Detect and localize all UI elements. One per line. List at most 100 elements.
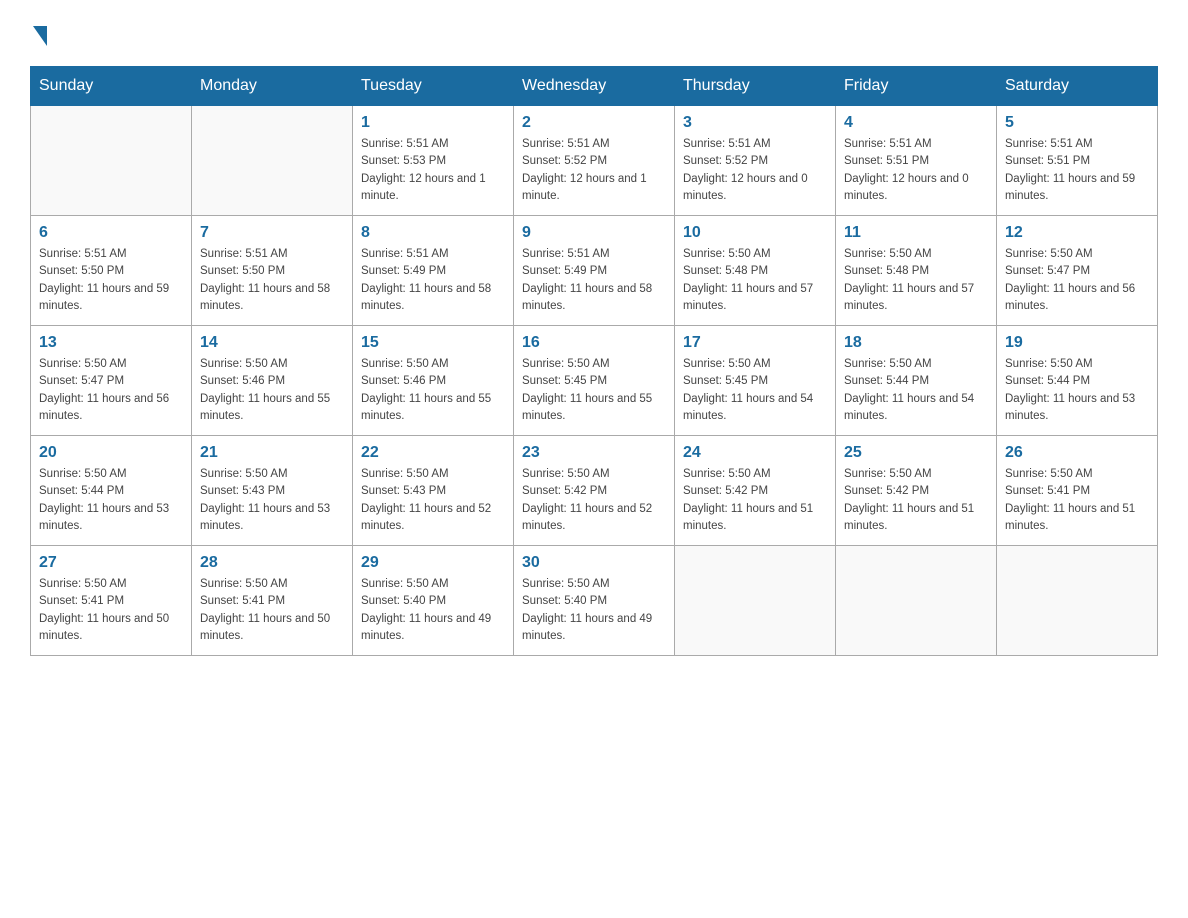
calendar-cell: 11Sunrise: 5:50 AMSunset: 5:48 PMDayligh…	[836, 216, 997, 326]
sunrise-text: Sunrise: 5:50 AM	[1005, 356, 1149, 373]
calendar-cell: 12 Sunrise: 5:50 AMSunset: 5:47 PMDayligh…	[997, 216, 1158, 326]
day-number: 1	[361, 114, 505, 132]
sunset-text: Sunset: 5:42 PM	[683, 483, 827, 500]
day-number: 12	[1005, 224, 1149, 242]
daylight-text: Daylight: 12 hours and 1 minute.	[522, 171, 666, 206]
sunset-text: Sunset: 5:47 PM	[39, 373, 183, 390]
sunset-text: Sunset: 5:50 PM	[39, 263, 183, 280]
sunset-text: Sunset: 5:48 PM	[844, 263, 988, 280]
sunset-text: Sunset: 5:42 PM	[844, 483, 988, 500]
sunrise-text: Sunrise: 5:50 AM	[683, 246, 827, 263]
day-number: 21	[200, 444, 344, 462]
calendar-cell: 5 Sunrise: 5:51 AMSunset: 5:51 PMDaylight…	[997, 106, 1158, 216]
sunrise-text: Sunrise: 5:50 AM	[683, 356, 827, 373]
calendar-cell: 2Sunrise: 5:51 AMSunset: 5:52 PMDaylight…	[514, 106, 675, 216]
day-info: Sunrise: 5:50 AMSunset: 5:40 PMDaylight:…	[522, 576, 666, 645]
daylight-text: Daylight: 11 hours and 49 minutes.	[522, 611, 666, 646]
day-info: Sunrise: 5:50 AMSunset: 5:42 PMDaylight:…	[522, 466, 666, 535]
day-info: Sunrise: 5:50 AMSunset: 5:46 PMDaylight:…	[200, 356, 344, 425]
calendar-cell: 9 Sunrise: 5:51 AMSunset: 5:49 PMDaylight…	[514, 216, 675, 326]
sunset-text: Sunset: 5:40 PM	[522, 593, 666, 610]
day-info: Sunrise: 5:50 AMSunset: 5:44 PMDaylight:…	[1005, 356, 1149, 425]
daylight-text: Daylight: 11 hours and 58 minutes.	[361, 281, 505, 316]
sunset-text: Sunset: 5:49 PM	[522, 263, 666, 280]
sunset-text: Sunset: 5:47 PM	[1005, 263, 1149, 280]
daylight-text: Daylight: 11 hours and 53 minutes.	[200, 501, 344, 536]
weekday-header-wednesday: Wednesday	[514, 67, 675, 106]
sunrise-text: Sunrise: 5:50 AM	[844, 246, 988, 263]
day-number: 13	[39, 334, 183, 352]
sunrise-text: Sunrise: 5:50 AM	[361, 576, 505, 593]
calendar-cell: 25Sunrise: 5:50 AMSunset: 5:42 PMDayligh…	[836, 436, 997, 546]
day-number: 4	[844, 114, 988, 132]
sunset-text: Sunset: 5:51 PM	[1005, 153, 1149, 170]
sunset-text: Sunset: 5:44 PM	[39, 483, 183, 500]
day-number: 5	[1005, 114, 1149, 132]
daylight-text: Daylight: 11 hours and 52 minutes.	[361, 501, 505, 536]
sunrise-text: Sunrise: 5:51 AM	[522, 136, 666, 153]
calendar-cell: 3Sunrise: 5:51 AMSunset: 5:52 PMDaylight…	[675, 106, 836, 216]
daylight-text: Daylight: 11 hours and 50 minutes.	[39, 611, 183, 646]
sunrise-text: Sunrise: 5:50 AM	[39, 576, 183, 593]
day-number: 6	[39, 224, 183, 242]
day-info: Sunrise: 5:50 AMSunset: 5:44 PMDaylight:…	[844, 356, 988, 425]
daylight-text: Daylight: 11 hours and 51 minutes.	[1005, 501, 1149, 536]
day-info: Sunrise: 5:51 AMSunset: 5:52 PMDaylight:…	[683, 136, 827, 205]
weekday-header-saturday: Saturday	[997, 67, 1158, 106]
daylight-text: Daylight: 12 hours and 1 minute.	[361, 171, 505, 206]
day-number: 9	[522, 224, 666, 242]
calendar-cell: 13Sunrise: 5:50 AMSunset: 5:47 PMDayligh…	[31, 326, 192, 436]
daylight-text: Daylight: 11 hours and 50 minutes.	[200, 611, 344, 646]
sunrise-text: Sunrise: 5:50 AM	[200, 576, 344, 593]
daylight-text: Daylight: 11 hours and 51 minutes.	[683, 501, 827, 536]
calendar-cell: 8 Sunrise: 5:51 AMSunset: 5:49 PMDaylight…	[353, 216, 514, 326]
sunrise-text: Sunrise: 5:50 AM	[39, 466, 183, 483]
calendar-cell: 7Sunrise: 5:51 AMSunset: 5:50 PMDaylight…	[192, 216, 353, 326]
calendar-cell	[997, 546, 1158, 656]
day-info: Sunrise: 5:50 AMSunset: 5:45 PMDaylight:…	[522, 356, 666, 425]
calendar-cell: 24Sunrise: 5:50 AMSunset: 5:42 PMDayligh…	[675, 436, 836, 546]
day-info: Sunrise: 5:51 AMSunset: 5:50 PMDaylight:…	[39, 246, 183, 315]
daylight-text: Daylight: 11 hours and 53 minutes.	[1005, 391, 1149, 426]
sunrise-text: Sunrise: 5:51 AM	[683, 136, 827, 153]
sunset-text: Sunset: 5:46 PM	[361, 373, 505, 390]
calendar-week-3: 13Sunrise: 5:50 AMSunset: 5:47 PMDayligh…	[31, 326, 1158, 436]
calendar-cell: 4Sunrise: 5:51 AMSunset: 5:51 PMDaylight…	[836, 106, 997, 216]
weekday-header-sunday: Sunday	[31, 67, 192, 106]
weekday-header-tuesday: Tuesday	[353, 67, 514, 106]
sunset-text: Sunset: 5:49 PM	[361, 263, 505, 280]
sunrise-text: Sunrise: 5:50 AM	[522, 466, 666, 483]
calendar-cell: 23Sunrise: 5:50 AMSunset: 5:42 PMDayligh…	[514, 436, 675, 546]
sunrise-text: Sunrise: 5:51 AM	[361, 246, 505, 263]
day-info: Sunrise: 5:50 AMSunset: 5:41 PMDaylight:…	[39, 576, 183, 645]
day-info: Sunrise: 5:51 AMSunset: 5:52 PMDaylight:…	[522, 136, 666, 205]
calendar-cell: 18Sunrise: 5:50 AMSunset: 5:44 PMDayligh…	[836, 326, 997, 436]
sunset-text: Sunset: 5:43 PM	[361, 483, 505, 500]
daylight-text: Daylight: 11 hours and 54 minutes.	[844, 391, 988, 426]
calendar-cell: 16Sunrise: 5:50 AMSunset: 5:45 PMDayligh…	[514, 326, 675, 436]
weekday-header-thursday: Thursday	[675, 67, 836, 106]
sunrise-text: Sunrise: 5:50 AM	[200, 356, 344, 373]
sunset-text: Sunset: 5:53 PM	[361, 153, 505, 170]
daylight-text: Daylight: 11 hours and 55 minutes.	[522, 391, 666, 426]
day-info: Sunrise: 5:51 AMSunset: 5:51 PMDaylight:…	[1005, 136, 1149, 205]
calendar-cell	[192, 106, 353, 216]
daylight-text: Daylight: 11 hours and 56 minutes.	[39, 391, 183, 426]
day-number: 8	[361, 224, 505, 242]
calendar-cell: 29Sunrise: 5:50 AMSunset: 5:40 PMDayligh…	[353, 546, 514, 656]
sunset-text: Sunset: 5:41 PM	[1005, 483, 1149, 500]
sunset-text: Sunset: 5:41 PM	[39, 593, 183, 610]
calendar-cell: 15Sunrise: 5:50 AMSunset: 5:46 PMDayligh…	[353, 326, 514, 436]
day-info: Sunrise: 5:50 AMSunset: 5:47 PMDaylight:…	[1005, 246, 1149, 315]
calendar-body: 1Sunrise: 5:51 AMSunset: 5:53 PMDaylight…	[31, 106, 1158, 656]
day-number: 22	[361, 444, 505, 462]
day-info: Sunrise: 5:50 AMSunset: 5:41 PMDaylight:…	[200, 576, 344, 645]
calendar-cell: 30Sunrise: 5:50 AMSunset: 5:40 PMDayligh…	[514, 546, 675, 656]
day-number: 20	[39, 444, 183, 462]
calendar-cell: 10Sunrise: 5:50 AMSunset: 5:48 PMDayligh…	[675, 216, 836, 326]
day-info: Sunrise: 5:51 AMSunset: 5:49 PMDaylight:…	[522, 246, 666, 315]
day-info: Sunrise: 5:50 AMSunset: 5:46 PMDaylight:…	[361, 356, 505, 425]
day-number: 28	[200, 554, 344, 572]
sunrise-text: Sunrise: 5:51 AM	[1005, 136, 1149, 153]
day-info: Sunrise: 5:50 AMSunset: 5:40 PMDaylight:…	[361, 576, 505, 645]
